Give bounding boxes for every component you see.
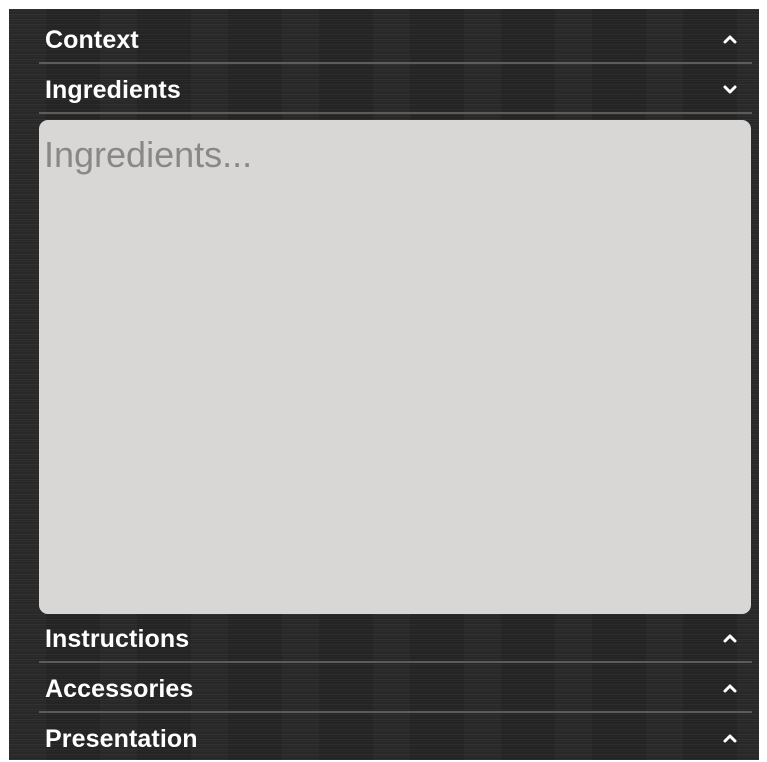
section-header-ingredients[interactable]: Ingredients bbox=[39, 66, 752, 114]
chevron-up-icon[interactable] bbox=[720, 29, 740, 49]
chevron-up-icon[interactable] bbox=[720, 728, 740, 748]
ingredients-placeholder: Ingredients... bbox=[44, 134, 253, 175]
section-title-instructions: Instructions bbox=[45, 625, 190, 653]
section-title-context: Context bbox=[45, 26, 139, 54]
section-title-ingredients: Ingredients bbox=[45, 76, 181, 104]
section-title-accessories: Accessories bbox=[45, 675, 194, 703]
section-header-instructions[interactable]: Instructions bbox=[39, 615, 752, 663]
section-header-context[interactable]: Context bbox=[39, 16, 752, 64]
chevron-up-icon[interactable] bbox=[720, 678, 740, 698]
chevron-up-icon[interactable] bbox=[720, 628, 740, 648]
section-title-presentation: Presentation bbox=[45, 725, 198, 753]
chevron-down-icon[interactable] bbox=[720, 79, 740, 99]
recipe-editor-panel: Context Ingredients Ingredients... Instr… bbox=[9, 9, 759, 760]
ingredients-text-area[interactable]: Ingredients... bbox=[39, 120, 751, 614]
section-header-accessories[interactable]: Accessories bbox=[39, 665, 752, 713]
section-header-presentation[interactable]: Presentation bbox=[39, 715, 752, 760]
